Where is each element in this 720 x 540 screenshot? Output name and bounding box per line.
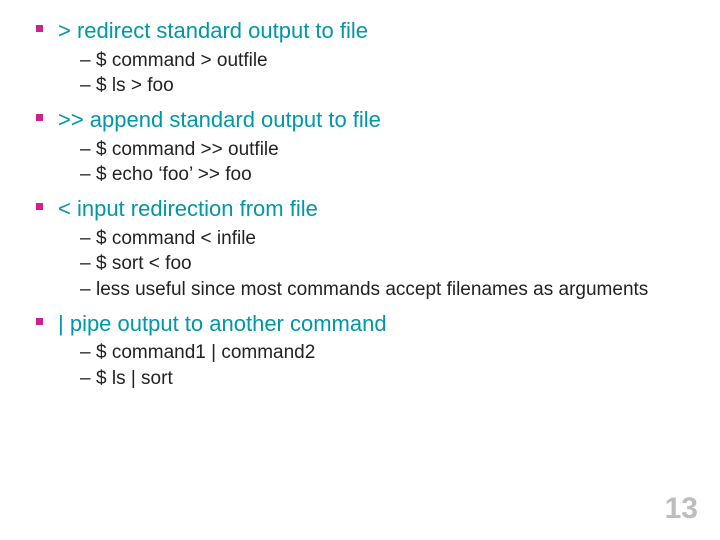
- sub-list: $ command1 | command2 $ ls | sort: [58, 340, 690, 391]
- list-item: >> append standard output to file $ comm…: [30, 105, 690, 188]
- sub-list: $ command >> outfile $ echo ‘foo’ >> foo: [58, 137, 690, 188]
- sub-list: $ command < infile $ sort < foo less use…: [58, 226, 690, 303]
- slide: > redirect standard output to file $ com…: [0, 0, 720, 540]
- sub-item: $ echo ‘foo’ >> foo: [80, 162, 690, 188]
- sub-item: $ command > outfile: [80, 48, 690, 74]
- list-item: < input redirection from file $ command …: [30, 194, 690, 303]
- sub-item: less useful since most commands accept f…: [80, 277, 690, 303]
- sub-item: $ command >> outfile: [80, 137, 690, 163]
- sub-list: $ command > outfile $ ls > foo: [58, 48, 690, 99]
- item-heading: < input redirection from file: [58, 194, 690, 224]
- sub-item: $ command < infile: [80, 226, 690, 252]
- item-heading: | pipe output to another command: [58, 309, 690, 339]
- item-heading: > redirect standard output to file: [58, 16, 690, 46]
- list-item: | pipe output to another command $ comma…: [30, 309, 690, 392]
- list-item: > redirect standard output to file $ com…: [30, 16, 690, 99]
- item-heading: >> append standard output to file: [58, 105, 690, 135]
- page-number: 13: [665, 492, 698, 526]
- bullet-list: > redirect standard output to file $ com…: [30, 16, 690, 392]
- sub-item: $ command1 | command2: [80, 340, 690, 366]
- sub-item: $ ls > foo: [80, 73, 690, 99]
- sub-item: $ sort < foo: [80, 251, 690, 277]
- sub-item: $ ls | sort: [80, 366, 690, 392]
